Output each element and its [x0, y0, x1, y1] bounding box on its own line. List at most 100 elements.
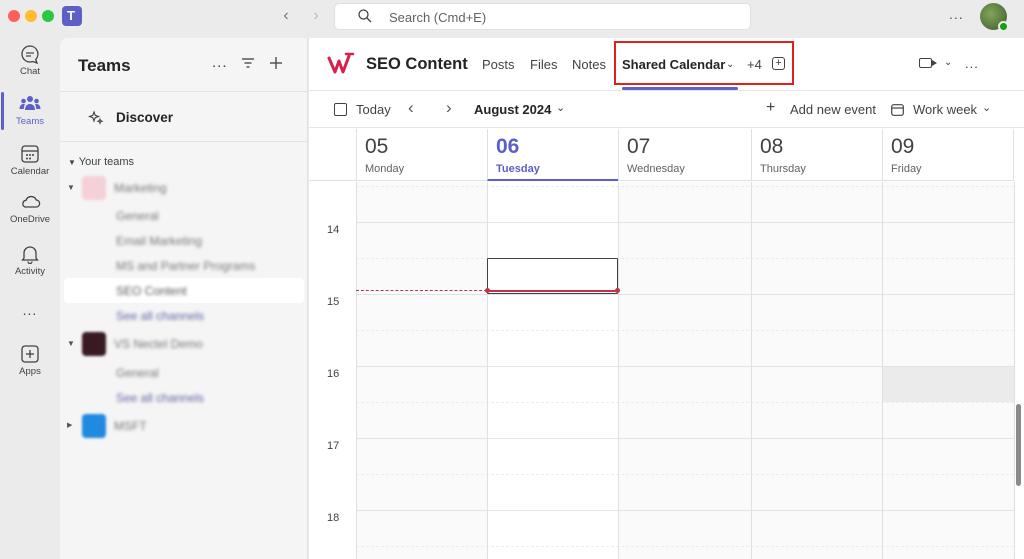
see-all-channels-link[interactable]: See all channels: [64, 385, 304, 410]
column-divider: [751, 182, 752, 559]
channel-item[interactable]: General: [64, 203, 304, 228]
see-all-channels-link[interactable]: See all channels: [64, 303, 304, 328]
your-teams-header[interactable]: ▼ Your teams: [68, 156, 134, 168]
team-item[interactable]: ▼ Marketing: [64, 175, 304, 200]
channel-item[interactable]: Email Marketing: [64, 228, 304, 253]
forward-arrow-icon[interactable]: ›: [306, 6, 326, 26]
main-content: SEO Content Posts Files Notes Shared Cal…: [309, 38, 1024, 559]
add-icon[interactable]: +: [766, 99, 775, 117]
team-label: VS Nectel Demo: [114, 337, 203, 351]
team-item[interactable]: ▼ VS Nectel Demo: [64, 331, 304, 356]
chat-icon: [21, 45, 39, 64]
day-number: 05: [365, 135, 389, 158]
hour-line: [356, 294, 1014, 295]
highlight-annotation: [614, 41, 794, 85]
hour-line: [356, 510, 1014, 511]
search-placeholder: Search (Cmd+E): [389, 10, 487, 25]
caret-down-icon: ▼: [67, 183, 75, 192]
rail-item-onedrive[interactable]: OneDrive: [0, 184, 60, 234]
team-label: MSFT: [114, 419, 147, 433]
team-logo: [82, 414, 106, 438]
view-selector[interactable]: Work week: [913, 102, 977, 117]
panel-title: Teams: [78, 56, 131, 75]
day-header-thursday[interactable]: 08 Thursday: [751, 129, 882, 181]
cloud-icon: [22, 195, 41, 208]
channel-label: General: [116, 209, 159, 223]
maximize-window-button[interactable]: [42, 10, 54, 22]
team-logo: [82, 332, 106, 356]
hour-label: 15: [327, 296, 340, 308]
filter-icon[interactable]: [241, 57, 255, 69]
discover-button[interactable]: Discover: [88, 107, 288, 131]
channel-label: Email Marketing: [116, 234, 203, 248]
minimize-window-button[interactable]: [25, 10, 37, 22]
day-column[interactable]: [618, 182, 751, 559]
rail-item-label: Apps: [19, 366, 41, 377]
channel-item-selected[interactable]: SEO Content: [64, 278, 304, 303]
video-call-icon[interactable]: [919, 58, 937, 68]
month-label[interactable]: August 2024: [474, 102, 551, 117]
tab-posts[interactable]: Posts: [482, 57, 515, 72]
channel-item[interactable]: General: [64, 360, 304, 385]
day-header-wednesday[interactable]: 07 Wednesday: [618, 129, 751, 181]
calendar-grid[interactable]: 14 15 16 17 18: [309, 182, 1015, 559]
back-arrow-icon[interactable]: ‹: [276, 6, 296, 26]
calendar-view-icon: [891, 104, 904, 116]
rail-item-more[interactable]: ...: [0, 292, 60, 342]
teams-more-button[interactable]: ...: [212, 54, 228, 71]
day-header-tuesday[interactable]: 06 Tuesday: [487, 129, 618, 181]
rail-item-label: OneDrive: [9, 214, 51, 225]
half-hour-line: [356, 402, 1014, 403]
day-weekday: Thursday: [760, 163, 806, 175]
day-weekday: Tuesday: [496, 163, 540, 175]
day-number: 07: [627, 135, 651, 158]
day-weekday: Friday: [891, 163, 922, 175]
rail-item-apps[interactable]: Apps: [0, 336, 60, 386]
day-weekday: Monday: [365, 163, 405, 175]
day-header-monday[interactable]: 05 Monday: [356, 129, 487, 181]
day-column[interactable]: [751, 182, 882, 559]
titlebar-more-button[interactable]: ...: [949, 6, 964, 22]
team-item[interactable]: ▶ MSFT: [64, 413, 304, 438]
search-input[interactable]: Search (Cmd+E): [334, 3, 751, 30]
channel-item[interactable]: MS and Partner Programs: [64, 253, 304, 278]
chevron-down-icon[interactable]: ⌄: [944, 57, 952, 68]
previous-arrow-icon[interactable]: ‹: [408, 98, 414, 118]
time-gutter-header: [309, 129, 356, 181]
day-column[interactable]: [356, 182, 487, 559]
header-more-button[interactable]: ...: [965, 56, 979, 71]
avatar[interactable]: [980, 3, 1009, 32]
rail-item-label: Calendar: [10, 166, 50, 177]
tab-files[interactable]: Files: [530, 57, 557, 72]
selected-time-slot[interactable]: [487, 258, 618, 294]
caret-right-icon: ▶: [67, 422, 73, 429]
tab-notes[interactable]: Notes: [572, 57, 606, 72]
current-time-dot: [615, 288, 620, 293]
caret-down-icon: ▼: [68, 158, 76, 167]
hour-label: 16: [327, 368, 340, 380]
half-hour-line: [356, 546, 1014, 547]
close-window-button[interactable]: [8, 10, 20, 22]
column-divider: [487, 182, 488, 559]
add-icon[interactable]: [269, 56, 283, 70]
teams-icon: [19, 96, 41, 110]
today-button[interactable]: Today: [356, 102, 391, 117]
rail-item-teams[interactable]: Teams: [0, 86, 60, 136]
day-number: 08: [760, 135, 784, 158]
column-divider: [1014, 182, 1015, 559]
hour-line: [356, 222, 1014, 223]
add-new-event-button[interactable]: Add new event: [790, 102, 876, 117]
rail-item-activity[interactable]: Activity: [0, 236, 60, 286]
column-divider: [356, 182, 357, 559]
chevron-down-icon[interactable]: ⌄: [556, 101, 565, 114]
rail-item-label: Activity: [14, 266, 46, 277]
apps-icon: [21, 345, 39, 363]
scrollbar[interactable]: [1016, 404, 1021, 486]
rail-item-chat[interactable]: Chat: [0, 36, 60, 86]
today-column[interactable]: [487, 182, 618, 559]
day-header-friday[interactable]: 09 Friday: [882, 129, 1014, 181]
chevron-down-icon[interactable]: ⌄: [982, 101, 991, 114]
rail-item-calendar[interactable]: Calendar: [0, 136, 60, 186]
next-arrow-icon[interactable]: ›: [446, 98, 452, 118]
team-label: Marketing: [114, 181, 167, 195]
